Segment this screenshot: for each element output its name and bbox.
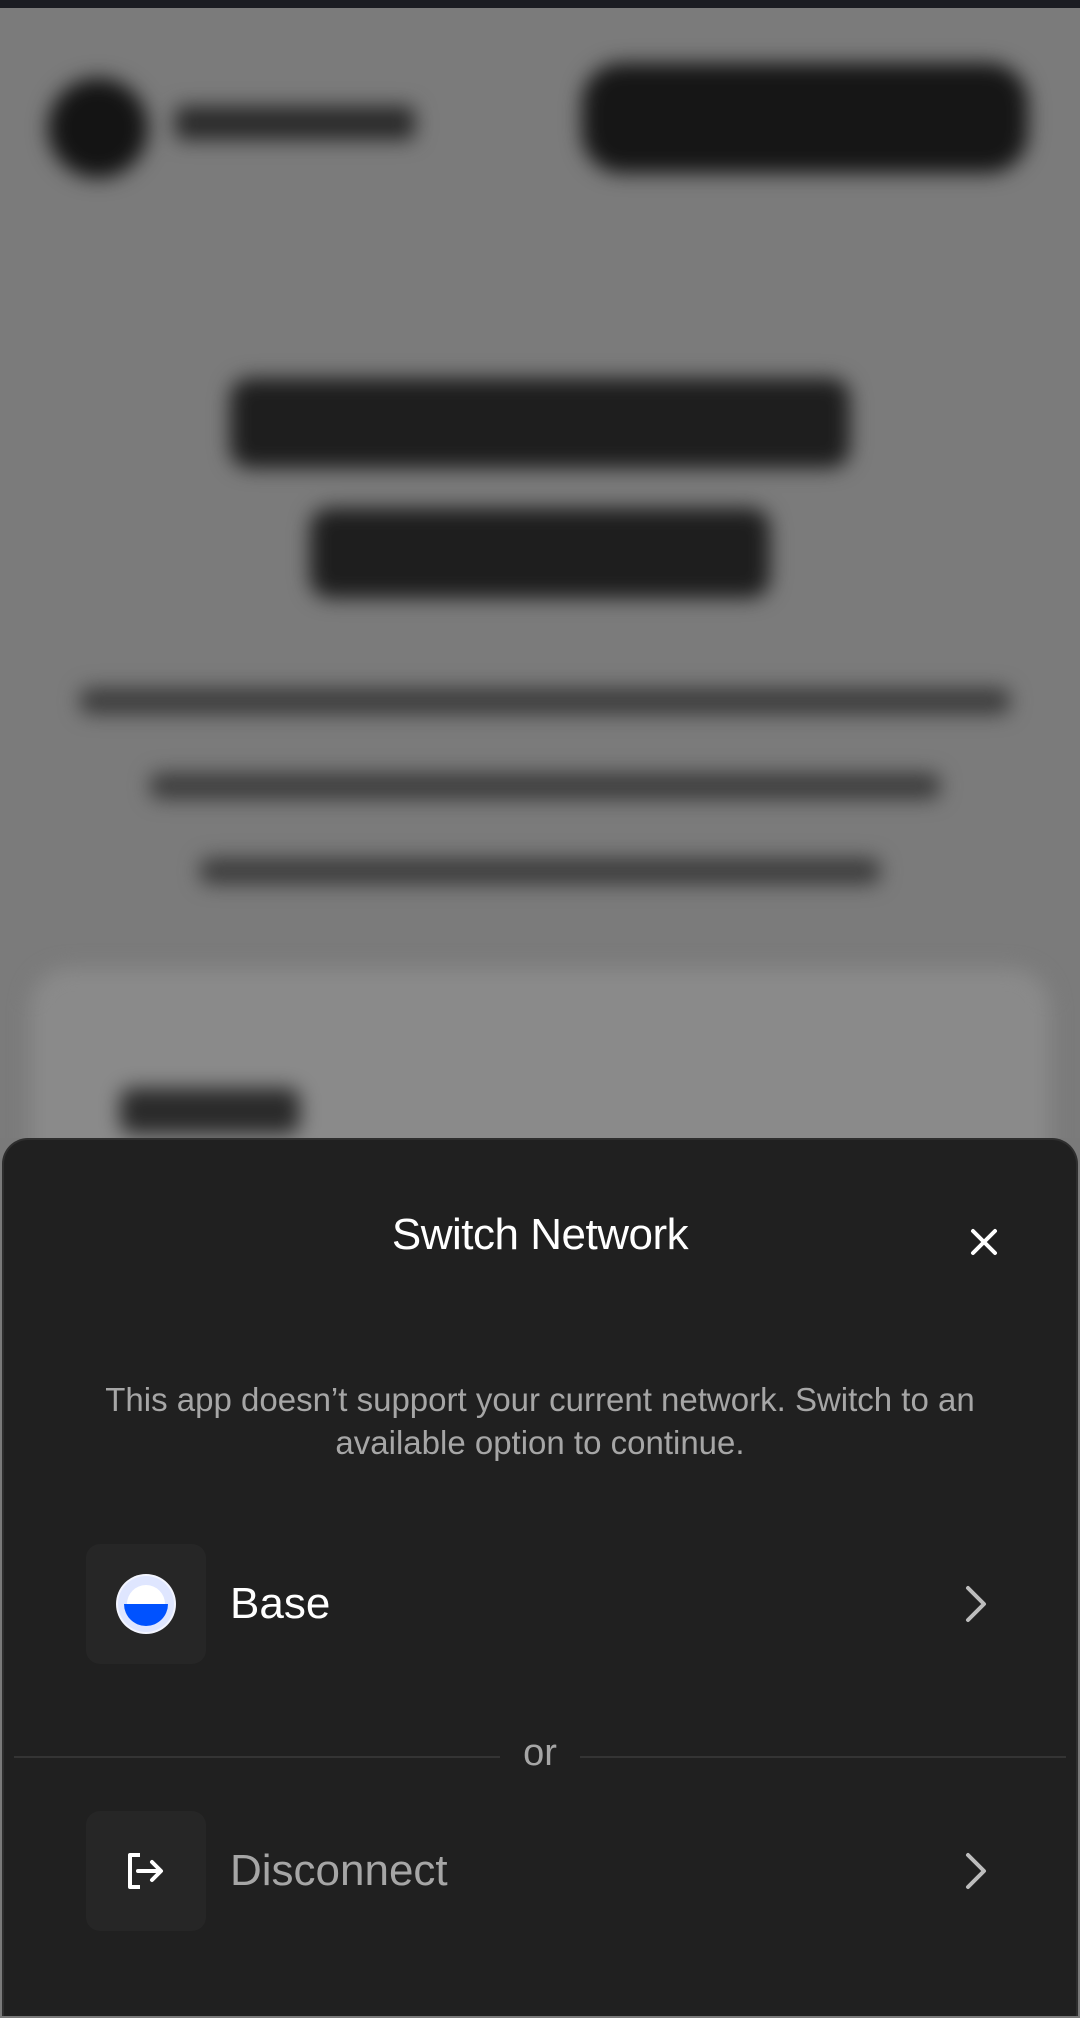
- or-separator: or: [14, 1732, 1066, 1782]
- hero-title-line: [310, 508, 770, 598]
- swap-card-label: [120, 1088, 300, 1134]
- blurred-background-app: [0, 8, 1080, 1138]
- modal-title: Switch Network: [391, 1210, 689, 1259]
- hero-text-line: [150, 773, 940, 799]
- status-bar: [0, 0, 1080, 8]
- separator-line: [580, 1756, 1066, 1758]
- hero-text-line: [200, 858, 880, 884]
- disconnect-icon: [86, 1811, 206, 1931]
- network-option-base[interactable]: Base: [86, 1544, 996, 1664]
- close-icon: [971, 1229, 997, 1255]
- connect-button-blurred: [582, 63, 1028, 173]
- app-brand-name: [175, 106, 415, 140]
- chevron-right-icon: [956, 1851, 996, 1891]
- base-network-icon: [86, 1544, 206, 1664]
- hero-text-line: [80, 688, 1010, 714]
- chevron-right-icon: [956, 1584, 996, 1624]
- separator-text: or: [523, 1732, 557, 1774]
- switch-network-modal: Switch Network This app doesn’t support …: [2, 1138, 1078, 2016]
- modal-description: This app doesn’t support your current ne…: [105, 1381, 975, 1461]
- close-button[interactable]: [962, 1220, 1006, 1264]
- app-logo: [48, 78, 148, 178]
- disconnect-option[interactable]: Disconnect: [86, 1811, 996, 1931]
- base-option-label: Base: [230, 1579, 331, 1628]
- disconnect-option-label: Disconnect: [230, 1846, 448, 1895]
- hero-title-line: [230, 378, 850, 468]
